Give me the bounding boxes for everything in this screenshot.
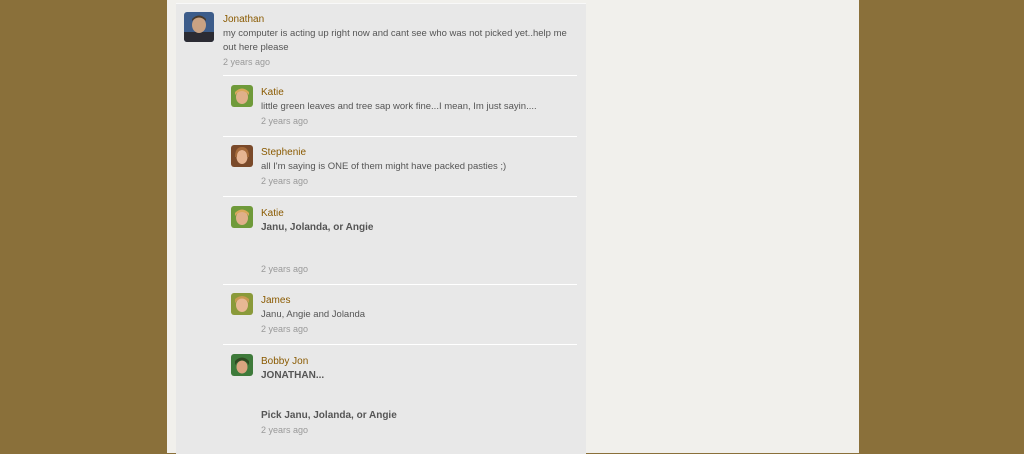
separator [223, 196, 577, 197]
comment-text-line2: Pick Janu, Jolanda, or Angie [261, 410, 397, 421]
user-photo-man-icon[interactable] [184, 12, 214, 42]
page-content: Jonathan my computer is acting up right … [167, 0, 859, 454]
separator [223, 344, 577, 345]
user-photo-child-icon[interactable] [231, 293, 253, 315]
comment-time[interactable]: 2 years ago [261, 176, 308, 186]
comment-text: Janu, Angie and Jolanda [261, 309, 366, 320]
comment-text: little green leaves and tree sap work fi… [261, 101, 537, 112]
user-photo-woman-green-icon[interactable] [231, 354, 253, 376]
user-photo-woman-icon[interactable] [231, 145, 253, 167]
comment-text: Janu, Jolanda, or Angie [261, 222, 374, 233]
user-photo-child-icon[interactable] [231, 85, 253, 107]
comment-thread: Jonathan my computer is acting up right … [176, 3, 586, 454]
comment-time[interactable]: 2 years ago [223, 57, 270, 67]
separator [223, 284, 577, 285]
comment-time[interactable]: 2 years ago [261, 264, 308, 274]
comment-time[interactable]: 2 years ago [261, 116, 308, 126]
comment-time[interactable]: 2 years ago [261, 425, 308, 435]
user-photo-child-icon[interactable] [231, 206, 253, 228]
comment-text: all I'm saying is ONE of them might have… [261, 161, 507, 172]
comment-author[interactable]: Stephenie [261, 147, 306, 158]
separator [223, 75, 577, 76]
comment-author[interactable]: Katie [261, 87, 284, 98]
comment-author[interactable]: Bobby Jon [261, 356, 308, 367]
comment-author[interactable]: Jonathan [223, 14, 264, 25]
comment-author[interactable]: James [261, 295, 290, 306]
comment-text-line1: JONATHAN... [261, 370, 325, 381]
comment-text: my computer is acting up right now and c… [223, 28, 567, 53]
comment-time[interactable]: 2 years ago [261, 324, 308, 334]
comment-author[interactable]: Katie [261, 208, 284, 219]
separator [223, 136, 577, 137]
